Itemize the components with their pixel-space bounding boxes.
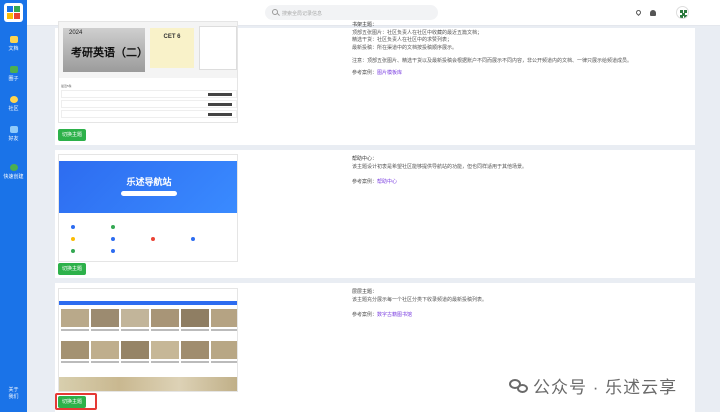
about-us-link[interactable]: 关于 我们: [0, 387, 27, 401]
sidebar-item-label: 好友: [8, 136, 19, 142]
list-item: [61, 90, 237, 98]
theme-desc-bookshelf: 书架主题： 顶部五张图片：社区负责人在社区中收藏的最近五篇文档； 精选干货：社区…: [352, 22, 692, 77]
friends-icon: [9, 126, 18, 133]
book-cover: 2024 考研英语（二）: [63, 28, 148, 72]
search-input[interactable]: 搜索全局记录信息: [265, 5, 438, 20]
list-item: [61, 110, 237, 118]
cet-label: CET 6: [163, 34, 181, 40]
book-year: 2024: [69, 30, 83, 36]
sidebar-item-docs[interactable]: 文档: [0, 36, 27, 52]
theme-title: 层层主题：: [352, 289, 378, 295]
theme-preview-bookshelf: 2024 考研英语（二） CET 6 最近5条: [58, 21, 238, 123]
map-painting-image: [59, 377, 237, 391]
manuscript-image: [91, 309, 119, 327]
theme-desc-help-center: 帮助中心： 该主题设计初衷是希望社区能够提供导航站的功能，但也同样适用于其他场景…: [352, 156, 692, 187]
theme-desc-layer: 层层主题： 该主题充分展示每一个社区分类下收录频道的最新投稿列表。 参考案例：数…: [352, 289, 692, 320]
desc-line: 该主题充分展示每一个社区分类下收录频道的最新投稿列表。: [352, 296, 488, 303]
manuscript-image: [61, 309, 89, 327]
folder-icon: [9, 36, 18, 43]
desc-line: 最新投稿：所在渠道中的文档按投稿顺序展示。: [352, 44, 458, 51]
manuscript-image: [121, 309, 149, 327]
about-line: 关于: [8, 387, 19, 393]
manuscript-image: [61, 341, 89, 359]
manuscript-image: [211, 341, 237, 359]
sidebar-item-label: 文档: [8, 46, 19, 52]
desc-line: 顶部五张图片：社区负责人在社区中收藏的最近五篇文档；: [352, 29, 483, 36]
avatar[interactable]: [676, 6, 689, 19]
desc-line: 精选干货：社区负责人在社区中的求赞列表；: [352, 37, 453, 43]
book-title: 考研英语（二）: [71, 46, 148, 59]
watermark-text: 公众号 · 乐述云享: [533, 378, 678, 397]
sidebar-item-friends[interactable]: 好友: [0, 126, 27, 142]
manuscript-image: [151, 341, 179, 359]
theme-title: 帮助中心：: [352, 156, 378, 162]
sidebar-item-circle[interactable]: 圈子: [0, 66, 27, 82]
app-logo[interactable]: [4, 3, 23, 22]
preview-banner: 2024 考研英语（二） CET 6: [59, 22, 237, 78]
manuscript-image: [91, 341, 119, 359]
wechat-icon: [509, 379, 529, 395]
list-header: 最近5条: [61, 84, 72, 88]
theme-preview-layer: [58, 288, 238, 392]
hero-search-bar: [121, 191, 177, 196]
search-icon: [272, 9, 278, 15]
theme-title: 书架主题：: [352, 22, 378, 28]
manuscript-image: [181, 309, 209, 327]
switch-theme-button-2[interactable]: 切换主题: [58, 263, 87, 275]
preview-hero: 乐述导航站: [59, 161, 237, 213]
ref-link[interactable]: 图片模板库: [377, 70, 402, 76]
bell-icon[interactable]: [650, 10, 656, 16]
switch-theme-button-1[interactable]: 切换主题: [58, 129, 87, 141]
desc-line: 该主题设计初衷是希望社区能够提供导航站的功能，但也同样适用于其他场景。: [352, 163, 528, 170]
sidebar: 文档 圈子 社区 好友 快速创建 关于 我们: [0, 0, 27, 412]
preview-list: 最近5条: [59, 84, 237, 122]
about-line: 我们: [8, 394, 19, 400]
sidebar-item-label: 圈子: [8, 76, 19, 82]
ref-link[interactable]: 数字古籍图书馆: [377, 312, 412, 318]
wechat-watermark: 公众号 · 乐述云享: [509, 373, 677, 398]
community-icon: [9, 96, 18, 103]
search-placeholder: 搜索全局记录信息: [282, 11, 323, 17]
manuscript-image: [181, 341, 209, 359]
sidebar-item-label: 社区: [8, 106, 19, 112]
preview-nav-bar: [59, 301, 237, 305]
diagram-cover: [199, 26, 237, 70]
list-item: [61, 100, 237, 108]
group-icon: [9, 66, 18, 73]
desc-note: 注意：顶部五张图片、精选干货以及最新投稿会根据账户不同而展示不同内容，非公开频道…: [352, 58, 633, 64]
theme-preview-help-center: 乐述导航站: [58, 154, 238, 262]
preview-header: [59, 289, 237, 301]
sidebar-item-community[interactable]: 社区: [0, 96, 27, 112]
ref-label: 参考案例：: [352, 179, 378, 185]
manuscript-image: [151, 309, 179, 327]
sidebar-item-label: 快速创建: [3, 174, 24, 180]
manuscript-image: [211, 309, 237, 327]
manuscript-image: [121, 341, 149, 359]
highlight-box: [55, 393, 97, 410]
plus-icon: [9, 164, 18, 171]
preview-link-grid: [59, 213, 237, 261]
cet-cover: CET 6: [150, 28, 194, 68]
hero-title: 乐述导航站: [126, 177, 172, 187]
ref-label: 参考案例：: [352, 69, 378, 76]
sidebar-item-quick-create[interactable]: 快速创建: [0, 164, 27, 180]
ref-link[interactable]: 帮助中心: [377, 179, 397, 185]
ref-label: 参考案例：: [352, 312, 378, 318]
